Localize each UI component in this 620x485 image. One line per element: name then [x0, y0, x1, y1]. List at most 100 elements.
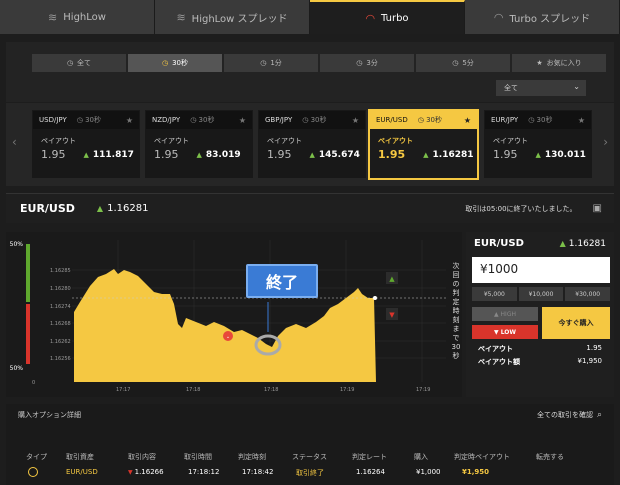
payout-value: 1.95 — [586, 344, 602, 352]
filter-all[interactable]: ◷ 全て — [32, 54, 126, 72]
category-select[interactable]: 全て ⌄ — [496, 80, 586, 96]
turbo-spread-icon: ◠ — [493, 10, 504, 24]
row-purchase: ¥1,000 — [416, 468, 441, 476]
y-tick: 1.16262 — [50, 339, 71, 345]
trade-panel: EUR/USD ▲ 1.16281 ¥1000 ¥5,000 ¥10,000 ¥… — [466, 232, 614, 397]
amount-presets: ¥5,000 ¥10,000 ¥30,000 — [472, 287, 611, 301]
payout-amount-label: ペイアウト額 — [478, 358, 520, 366]
calendar-icon[interactable]: ▣ — [593, 203, 602, 214]
arrow-up-icon: ▲ — [535, 150, 541, 159]
arrow-up-icon: ▲ — [96, 204, 104, 213]
clock-icon: ◷ — [260, 59, 267, 67]
x-tick: 17:19 — [340, 387, 354, 393]
low-ratio-bar — [26, 304, 30, 364]
low-button[interactable]: ▼ LOW — [472, 325, 538, 339]
pct-bottom: 50% — [10, 365, 24, 372]
app-root: ≋ HighLow ≋ HighLow スプレッド ◠ Turbo ◠ Turbo スプ… — [0, 0, 620, 485]
filter-1m[interactable]: ◷ 1分 — [224, 54, 318, 72]
arrow-down-icon: ▼ — [389, 311, 395, 319]
amount-input[interactable]: ¥1000 — [472, 257, 610, 283]
payout-label: ペイアウト — [493, 137, 528, 145]
filter-3m[interactable]: ◷ 3分 — [320, 54, 414, 72]
col-content: 取引内容 — [128, 453, 156, 461]
row-judge-rate: 1.16264 — [356, 468, 385, 476]
asset-card-usdjpy[interactable]: USD/JPY ◷ 30秒 ★ ペイアウト 1.95 ▲ 111.817 — [32, 110, 140, 178]
tab-turbo[interactable]: ◠ Turbo — [310, 0, 465, 34]
payout-value: 1.95 — [493, 148, 518, 161]
arrow-down-icon: ▼ — [128, 469, 133, 476]
search-icon[interactable]: ⌕ — [597, 410, 602, 420]
star-icon: ★ — [536, 59, 543, 67]
chevron-down-icon: ⌄ — [573, 82, 580, 91]
asset-card-nzdjpy[interactable]: NZD/JPY ◷ 30秒 ★ ペイアウト 1.95 ▲ 83.019 — [145, 110, 253, 178]
payout-label: ペイアウト — [478, 345, 513, 353]
asset-duration: ◷ 30秒 — [302, 116, 327, 124]
preset-30000[interactable]: ¥30,000 — [565, 287, 611, 301]
asset-rate: 145.674 — [318, 149, 360, 160]
payout-value: 1.95 — [378, 148, 406, 161]
row-judge-time: 17:18:42 — [242, 468, 274, 476]
payout-amount-value: ¥1,950 — [577, 357, 603, 365]
filter-5m[interactable]: ◷ 5分 — [416, 54, 510, 72]
filter-favorites[interactable]: ★ お気に入り — [512, 54, 606, 72]
status-message: 取引は05:00に終了いたしました。 — [465, 204, 577, 213]
asset-card-eurusd[interactable]: EUR/USD ◷ 30秒 ★ ペイアウト 1.95 ▲ 1.16281 — [368, 109, 479, 180]
row-status: 取引終了 — [296, 469, 324, 477]
payout-label: ペイアウト — [41, 137, 76, 145]
high-button[interactable]: ▲ HIGH — [472, 307, 538, 321]
asset-duration: ◷ 30秒 — [76, 116, 101, 124]
price-chart: 50% 50% 0 1.16285 1.16280 1.16274 1.1626… — [6, 232, 462, 397]
row-trade-time: 17:18:12 — [188, 468, 220, 476]
end-badge: 終了 — [246, 264, 318, 298]
asset-pair: EUR/USD — [376, 116, 408, 124]
x-tick: 17:17 — [116, 387, 130, 393]
selected-asset-pair: EUR/USD — [20, 202, 75, 215]
col-type: タイプ — [26, 453, 47, 461]
clock-icon: ◷ — [161, 59, 169, 67]
arrow-up-icon: ▲ — [559, 239, 566, 248]
filter-30s[interactable]: ◷ 30秒 — [128, 54, 222, 72]
current-point — [373, 296, 377, 300]
clock-icon: ◷ — [66, 59, 74, 67]
chevron-right-icon[interactable]: › — [603, 135, 608, 149]
tab-highlow[interactable]: ≋ HighLow — [0, 0, 155, 34]
buy-now-button[interactable]: 今すぐ購入 — [542, 307, 610, 339]
asset-duration: ◷ 30秒 — [528, 116, 553, 124]
payout-value: 1.95 — [154, 148, 179, 161]
col-purchase: 購入 — [414, 453, 428, 461]
payout-label: ペイアウト — [154, 137, 189, 145]
col-payout: 判定時ペイアウト — [454, 453, 510, 461]
y-tick: 1.16268 — [50, 321, 71, 327]
star-icon[interactable]: ★ — [126, 116, 133, 125]
asset-duration: ◷ 30秒 — [417, 116, 442, 124]
row-payout: ¥1,950 — [462, 468, 490, 476]
asset-pair: GBP/JPY — [265, 116, 293, 124]
asset-card-eurjpy[interactable]: EUR/JPY ◷ 30秒 ★ ペイアウト 1.95 ▲ 130.011 — [484, 110, 592, 178]
star-icon[interactable]: ★ — [352, 116, 359, 125]
countdown-text: 次回の判定時刻まで30秒 — [451, 262, 461, 360]
tab-highlow-spread[interactable]: ≋ HighLow スプレッド — [155, 0, 310, 34]
star-icon[interactable]: ★ — [578, 116, 585, 125]
asset-card-gbpjpy[interactable]: GBP/JPY ◷ 30秒 ★ ペイアウト 1.95 ▲ 145.674 — [258, 110, 366, 178]
table-row[interactable]: EUR/USD ▼ 1.16266 17:18:12 17:18:42 取引終了 … — [6, 465, 614, 481]
chevron-left-icon[interactable]: ‹ — [12, 135, 17, 149]
row-asset: EUR/USD — [66, 468, 98, 476]
preset-5000[interactable]: ¥5,000 — [472, 287, 517, 301]
pct-zero: 0 — [32, 380, 35, 386]
y-tick: 1.16280 — [50, 286, 71, 292]
confirm-all-link[interactable]: 全ての取引を確認 — [537, 410, 593, 420]
star-icon[interactable]: ★ — [464, 116, 471, 125]
preset-10000[interactable]: ¥10,000 — [518, 287, 564, 301]
clock-icon: ◷ — [452, 59, 459, 67]
asset-pair: EUR/JPY — [491, 116, 519, 124]
chart-svg: 50% 50% 0 1.16285 1.16280 1.16274 1.1626… — [10, 240, 446, 393]
asset-rate: 83.019 — [205, 149, 241, 160]
star-icon[interactable]: ★ — [239, 116, 246, 125]
tab-turbo-spread[interactable]: ◠ Turbo スプレッド — [465, 0, 620, 34]
y-tick: 1.16274 — [50, 304, 71, 310]
arrow-up-icon: ▲ — [309, 150, 315, 159]
y-ticks: 1.16285 1.16280 1.16274 1.16268 1.16262 … — [50, 268, 71, 362]
x-tick: 17:19 — [416, 387, 430, 393]
row-content: ▼ 1.16266 — [128, 468, 164, 476]
col-judge-time: 判定時刻 — [238, 453, 266, 461]
